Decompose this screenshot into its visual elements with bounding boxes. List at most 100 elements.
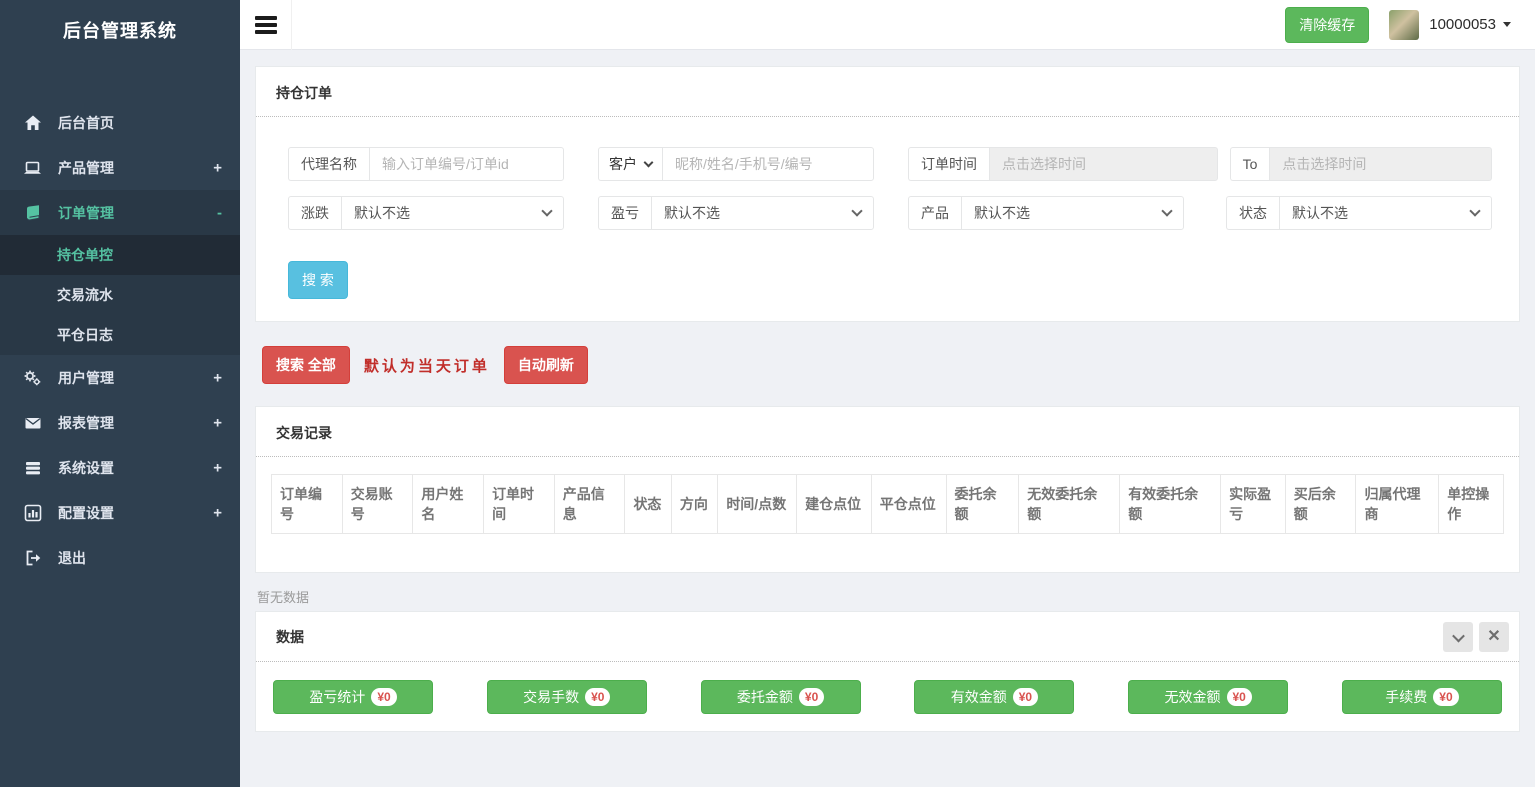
stat-entrust-button[interactable]: 委托金额 ¥0: [701, 680, 861, 714]
profit-label: 盈亏: [598, 196, 651, 230]
main-area: 清除缓存 10000053 持仓订单 代理名称: [240, 0, 1535, 787]
menu-toggle-button[interactable]: [240, 0, 292, 50]
status-field-group: 状态 默认不选: [1226, 196, 1492, 230]
sidebar-item-home[interactable]: 后台首页: [0, 100, 240, 145]
sidebar: 后台管理系统 后台首页 产品管理 + 订单管理 -: [0, 0, 240, 787]
chevron-down-icon: [1452, 629, 1465, 642]
sidebar-item-products[interactable]: 产品管理 +: [0, 145, 240, 190]
agent-label: 代理名称: [288, 147, 369, 181]
col-header: 交易账号: [342, 475, 413, 534]
sidebar-item-label: 用户管理: [58, 368, 114, 388]
chevron-down-icon: [1469, 205, 1480, 216]
customer-field-group: 客户: [598, 147, 874, 181]
positions-panel-header: 持仓订单: [256, 67, 1519, 117]
sidebar-nav: 后台首页 产品管理 + 订单管理 - 持仓单控 交易流水: [0, 100, 240, 580]
records-panel: 交易记录 订单编号 交易账号 用户姓名: [255, 406, 1520, 573]
search-form: 代理名称 客户 订单时间: [256, 117, 1519, 321]
caret-down-icon: [1503, 22, 1511, 27]
form-row-2: 涨跌 默认不选 盈亏 默认不选 产品: [288, 196, 1492, 230]
stat-valid-button[interactable]: 有效金额 ¥0: [914, 680, 1074, 714]
col-header: 单控操作: [1439, 475, 1504, 534]
sidebar-item-close-log[interactable]: 平仓日志: [0, 315, 240, 355]
sidebar-item-config[interactable]: 配置设置 +: [0, 490, 240, 535]
envelope-icon: [23, 413, 42, 432]
app-title: 后台管理系统: [0, 0, 240, 62]
sidebar-item-logout[interactable]: 退出: [0, 535, 240, 580]
profit-field-group: 盈亏 默认不选: [598, 196, 874, 230]
updown-field-group: 涨跌 默认不选: [288, 196, 564, 230]
order-time-to-input[interactable]: [1269, 147, 1492, 181]
stat-lots-button[interactable]: 交易手数 ¥0: [487, 680, 647, 714]
empty-data-text: 暂无数据: [257, 587, 1520, 606]
form-row-1: 代理名称 客户 订单时间: [288, 147, 1492, 181]
plus-icon: +: [213, 414, 222, 431]
profit-select[interactable]: 默认不选: [651, 196, 874, 230]
auto-refresh-button[interactable]: 自动刷新: [504, 346, 588, 384]
sidebar-item-reports[interactable]: 报表管理 +: [0, 400, 240, 445]
stat-badge: ¥0: [799, 688, 824, 706]
customer-input[interactable]: [662, 147, 874, 181]
order-time-from-group: 订单时间: [908, 147, 1218, 181]
product-field-group: 产品 默认不选: [908, 196, 1184, 230]
hamburger-icon: [255, 16, 277, 34]
sidebar-item-position-control[interactable]: 持仓单控: [0, 235, 240, 275]
list-icon: [23, 458, 42, 477]
positions-panel-title: 持仓订单: [276, 83, 332, 103]
user-avatar[interactable]: [1389, 10, 1419, 40]
gears-icon: [23, 368, 42, 387]
data-panel: 数据 ✕ 盈亏统计 ¥0 交易手数 ¥0 委托金额 ¥0: [255, 611, 1520, 732]
order-time-from-input[interactable]: [989, 147, 1218, 181]
sidebar-item-users[interactable]: 用户管理 +: [0, 355, 240, 400]
status-select[interactable]: 默认不选: [1279, 196, 1492, 230]
product-select[interactable]: 默认不选: [961, 196, 1184, 230]
col-header: 建仓点位: [797, 475, 872, 534]
col-header: 产品信息: [554, 475, 625, 534]
order-time-range: 订单时间 To: [908, 147, 1492, 181]
actions-row: 搜索 全部 默认为当天订单 自动刷新: [262, 346, 1520, 384]
stat-badge: ¥0: [585, 688, 610, 706]
data-panel-title: 数据: [276, 622, 304, 652]
sidebar-item-label: 系统设置: [58, 458, 114, 478]
stat-fee-button[interactable]: 手续费 ¥0: [1342, 680, 1502, 714]
product-label: 产品: [908, 196, 961, 230]
default-today-note: 默认为当天订单: [364, 355, 490, 376]
content: 持仓订单 代理名称 客户: [240, 50, 1535, 787]
col-header: 方向: [671, 475, 717, 534]
updown-label: 涨跌: [288, 196, 341, 230]
stat-profit-button[interactable]: 盈亏统计 ¥0: [273, 680, 433, 714]
sidebar-item-system[interactable]: 系统设置 +: [0, 445, 240, 490]
sidebar-item-label: 配置设置: [58, 503, 114, 523]
col-header: 订单时间: [484, 475, 555, 534]
col-header: 时间/点数: [718, 475, 797, 534]
search-button[interactable]: 搜 索: [288, 261, 348, 299]
close-button[interactable]: ✕: [1479, 622, 1509, 652]
col-header: 归属代理商: [1356, 475, 1439, 534]
col-header: 买后余额: [1285, 475, 1356, 534]
collapse-button[interactable]: [1443, 622, 1473, 652]
col-header: 状态: [625, 475, 671, 534]
stats-row: 盈亏统计 ¥0 交易手数 ¥0 委托金额 ¥0 有效金额 ¥0 无效金额 ¥: [256, 662, 1519, 731]
updown-select[interactable]: 默认不选: [341, 196, 564, 230]
sidebar-item-trade-flow[interactable]: 交易流水: [0, 275, 240, 315]
agent-input[interactable]: [369, 147, 564, 181]
stat-badge: ¥0: [1433, 688, 1458, 706]
topbar-right: 清除缓存 10000053: [1285, 7, 1535, 43]
chevron-down-icon: [644, 158, 654, 168]
customer-select[interactable]: 客户: [598, 147, 662, 181]
user-menu[interactable]: 10000053: [1429, 16, 1511, 33]
search-all-button[interactable]: 搜索 全部: [262, 346, 350, 384]
bar-chart-icon: [23, 503, 42, 522]
status-label: 状态: [1226, 196, 1279, 230]
to-label: To: [1230, 147, 1270, 181]
sidebar-item-label: 平仓日志: [57, 325, 113, 345]
orders-submenu: 持仓单控 交易流水 平仓日志: [0, 235, 240, 355]
sidebar-group-orders: 订单管理 - 持仓单控 交易流水 平仓日志: [0, 190, 240, 355]
sidebar-item-orders[interactable]: 订单管理 -: [0, 190, 240, 235]
col-header: 委托余额: [946, 475, 1019, 534]
book-icon: [23, 203, 42, 222]
clear-cache-button[interactable]: 清除缓存: [1285, 7, 1369, 43]
close-icon: ✕: [1487, 629, 1500, 645]
order-time-label: 订单时间: [908, 147, 989, 181]
stat-invalid-button[interactable]: 无效金额 ¥0: [1128, 680, 1288, 714]
sidebar-item-label: 订单管理: [58, 203, 114, 223]
